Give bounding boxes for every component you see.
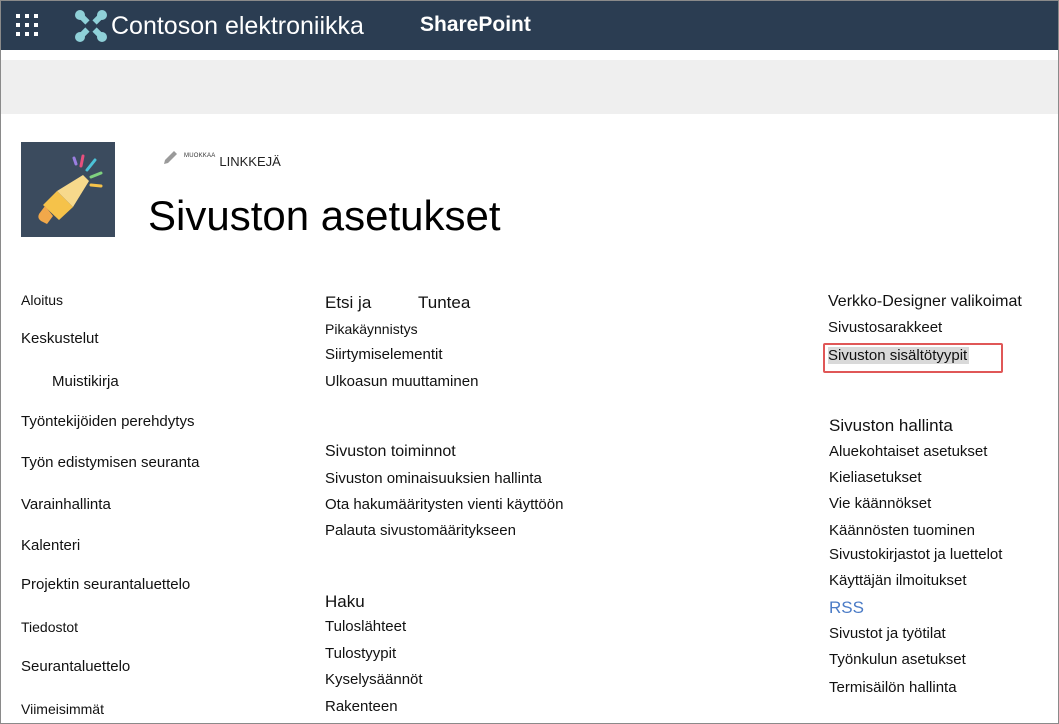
org-name[interactable]: Contoson elektroniikka xyxy=(111,12,364,41)
nav-item-onboarding[interactable]: Työntekijöiden perehdytys xyxy=(21,413,194,430)
nav-item-tracking-list[interactable]: Seurantaluettelo xyxy=(21,658,130,675)
section-web-designer-title: Verkko-Designer valikoimat xyxy=(828,293,1022,310)
pencil-icon xyxy=(164,151,177,164)
nav-item-discussions[interactable]: Keskustelut xyxy=(21,330,99,347)
link-language-settings[interactable]: Kieliasetukset xyxy=(829,469,922,486)
link-quick-launch[interactable]: Pikakäynnistys xyxy=(325,321,418,337)
nav-item-asset-management[interactable]: Varainhallinta xyxy=(21,496,111,513)
link-schema[interactable]: Rakenteen xyxy=(325,698,398,715)
contoso-logo-icon[interactable] xyxy=(74,9,108,43)
link-term-store[interactable]: Termisäilön hallinta xyxy=(829,679,957,696)
link-site-libraries-lists[interactable]: Sivustokirjastot ja luettelot xyxy=(829,546,1002,563)
highlight-box xyxy=(823,343,1003,373)
link-workflow-settings[interactable]: Työnkulun asetukset xyxy=(829,651,966,668)
link-export-translations[interactable]: Vie käännökset xyxy=(829,495,931,512)
nav-item-recent[interactable]: Viimeisimmät xyxy=(21,701,104,717)
link-change-the-look[interactable]: Ulkoasun muuttaminen xyxy=(325,373,478,390)
nav-item-notebook[interactable]: Muistikirja xyxy=(52,373,119,390)
link-manage-site-features[interactable]: Sivuston ominaisuuksien hallinta xyxy=(325,470,542,487)
link-sites-workspaces[interactable]: Sivustot ja työtilat xyxy=(829,625,946,642)
nav-item-project-tracking[interactable]: Projektin seurantaluettelo xyxy=(21,576,190,593)
link-rss[interactable]: RSS xyxy=(829,598,864,618)
nav-item-progress-tracking[interactable]: Työn edistymisen seuranta xyxy=(21,454,199,471)
link-site-columns[interactable]: Sivustosarakkeet xyxy=(828,319,942,336)
link-result-sources[interactable]: Tuloslähteet xyxy=(325,618,406,635)
edit-prefix: MUOKKAA xyxy=(184,153,216,159)
section-site-admin-title: Sivuston hallinta xyxy=(829,416,953,435)
link-user-alerts[interactable]: Käyttäjän ilmoitukset xyxy=(829,572,967,589)
section-search-title: Haku xyxy=(325,592,365,611)
app-name[interactable]: SharePoint xyxy=(420,13,531,37)
section-site-actions-title: Sivuston toiminnot xyxy=(325,443,456,460)
nav-item-files[interactable]: Tiedostot xyxy=(21,619,78,635)
link-navigation-elements[interactable]: Siirtymiselementit xyxy=(325,346,443,363)
link-query-rules[interactable]: Kyselysäännöt xyxy=(325,671,423,688)
nav-item-home[interactable]: Aloitus xyxy=(21,292,63,308)
link-enable-search-export[interactable]: Ota hakumääritysten vienti käyttöön xyxy=(325,496,563,513)
link-import-translations[interactable]: Käännösten tuominen xyxy=(829,522,975,539)
app-launcher-icon[interactable] xyxy=(16,14,40,38)
edit-links-label: LINKKEJÄ xyxy=(219,154,281,169)
edit-links-button[interactable]: MUOKKAA LINKKEJÄ xyxy=(162,150,281,169)
link-result-types[interactable]: Tulostyypit xyxy=(325,645,396,662)
section-look-feel-title-b: Tuntea xyxy=(418,293,471,312)
link-reset-site-definition[interactable]: Palauta sivustomääritykseen xyxy=(325,522,516,539)
suite-bar: Contoson elektroniikka SharePoint xyxy=(1,1,1058,50)
site-logo[interactable] xyxy=(21,142,115,237)
link-regional-settings[interactable]: Aluekohtaiset asetukset xyxy=(829,443,987,460)
page-title: Sivuston asetukset xyxy=(148,192,501,239)
ribbon-bar xyxy=(1,60,1058,114)
megaphone-icon xyxy=(38,154,103,224)
nav-item-calendar[interactable]: Kalenteri xyxy=(21,537,80,554)
section-look-feel-title-a: Etsi ja xyxy=(325,293,372,312)
